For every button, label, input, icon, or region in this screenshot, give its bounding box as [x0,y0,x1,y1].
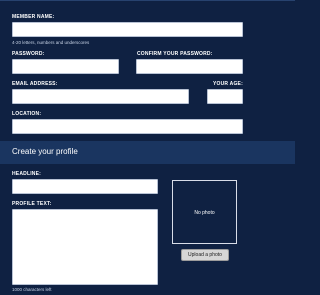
no-photo-text: No photo [194,210,215,216]
email-label: EMAIL ADDRESS: [12,81,58,87]
profile-photo-placeholder: No photo [172,180,237,244]
age-input[interactable] [207,89,243,104]
password-input[interactable] [12,59,119,74]
member-name-hint: 4-20 letters, numbers and underscores [12,40,90,45]
confirm-password-input[interactable] [136,59,243,74]
location-label: LOCATION: [12,111,42,117]
age-label: YOUR AGE: [213,81,243,87]
password-label: PASSWORD: [12,51,45,57]
member-name-label: MEMBER NAME: [12,14,55,20]
headline-label: HEADLINE: [12,171,42,177]
profile-text-textarea[interactable] [12,209,158,285]
characters-left-counter: 1000 characters left [12,287,52,292]
location-input[interactable] [12,119,243,134]
profile-section-title: Create your profile [12,147,78,156]
profile-section-header: Create your profile [0,141,295,164]
headline-input[interactable] [12,179,158,194]
member-name-input[interactable] [12,22,243,37]
account-details-section: MEMBER NAME: 4-20 letters, numbers and u… [0,0,295,141]
upload-photo-button[interactable]: Upload a photo [181,249,229,261]
email-input[interactable] [12,89,189,104]
profile-text-label: PROFILE TEXT: [12,201,52,207]
confirm-password-label: CONFIRM YOUR PASSWORD: [137,51,213,57]
